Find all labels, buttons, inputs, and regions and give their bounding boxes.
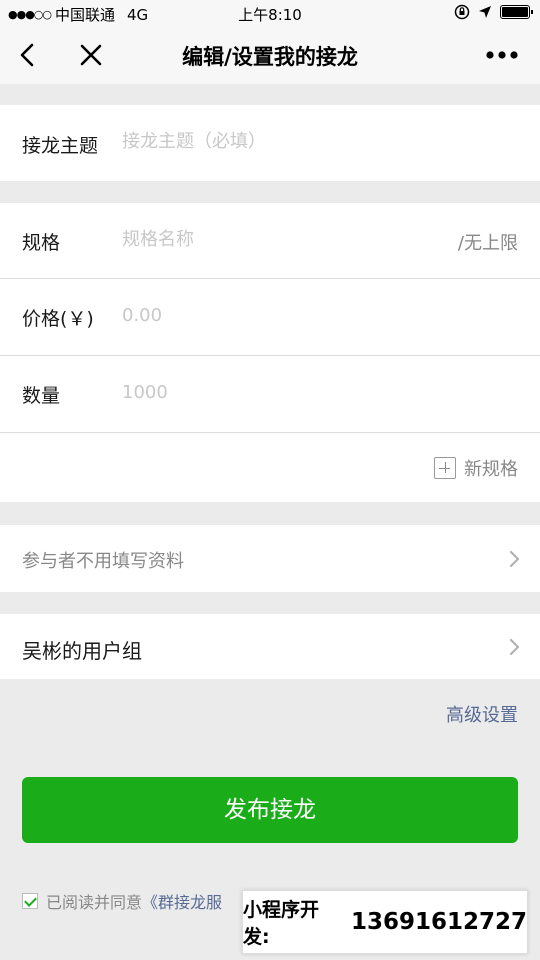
- location-icon: [479, 6, 491, 18]
- advanced-settings-link[interactable]: 高级设置: [446, 701, 518, 727]
- watermark-phone: 13691612727: [350, 909, 527, 935]
- add-spec-label: 新规格: [464, 459, 518, 480]
- agree-text: 已阅读并同意: [46, 893, 143, 912]
- participant-option-label: 参与者不用填写资料: [22, 551, 184, 572]
- spec-limit-suffix: /无上限: [457, 233, 518, 254]
- user-group-row[interactable]: 吴彬的用户组: [0, 614, 540, 679]
- status-bar: ●●●○○ 中国联通 4G 上午8:10: [0, 0, 540, 28]
- nav-bar: 编辑/设置我的接龙: [0, 28, 540, 84]
- spec-name-input[interactable]: [122, 229, 422, 250]
- status-right: [454, 4, 533, 20]
- orientation-lock-icon: [454, 4, 470, 20]
- quantity-input[interactable]: [122, 382, 512, 403]
- contact-watermark: 小程序开发: 13691612727: [242, 890, 528, 954]
- quantity-row: 数量: [0, 356, 540, 432]
- chevron-right-icon: [509, 638, 520, 656]
- add-spec-button[interactable]: 新规格: [434, 455, 518, 481]
- divider: [0, 432, 540, 433]
- user-group-label: 吴彬的用户组: [22, 639, 142, 663]
- price-input[interactable]: [122, 305, 512, 326]
- spec-row: 规格 /无上限: [0, 203, 540, 278]
- agree-checkbox[interactable]: [22, 893, 38, 909]
- plus-icon: [434, 457, 456, 479]
- quantity-label: 数量: [22, 385, 61, 407]
- service-terms-link[interactable]: 《群接龙服: [142, 889, 222, 913]
- page-title: 编辑/设置我的接龙: [182, 45, 358, 69]
- spec-label: 规格: [22, 232, 61, 254]
- topic-input[interactable]: [122, 131, 512, 152]
- price-label: 价格(￥): [22, 308, 94, 330]
- watermark-label: 小程序开发:: [243, 899, 320, 948]
- battery-icon: [500, 5, 533, 19]
- agreement: 已阅读并同意 《群接龙服: [22, 889, 222, 913]
- topic-row: 接龙主题: [0, 105, 540, 181]
- chevron-right-icon: [509, 550, 520, 568]
- price-row: 价格(￥): [0, 279, 540, 355]
- more-icon[interactable]: [484, 44, 520, 66]
- topic-label: 接龙主题: [22, 135, 99, 157]
- publish-button[interactable]: 发布接龙: [22, 777, 518, 843]
- participant-option-row[interactable]: 参与者不用填写资料: [0, 525, 540, 592]
